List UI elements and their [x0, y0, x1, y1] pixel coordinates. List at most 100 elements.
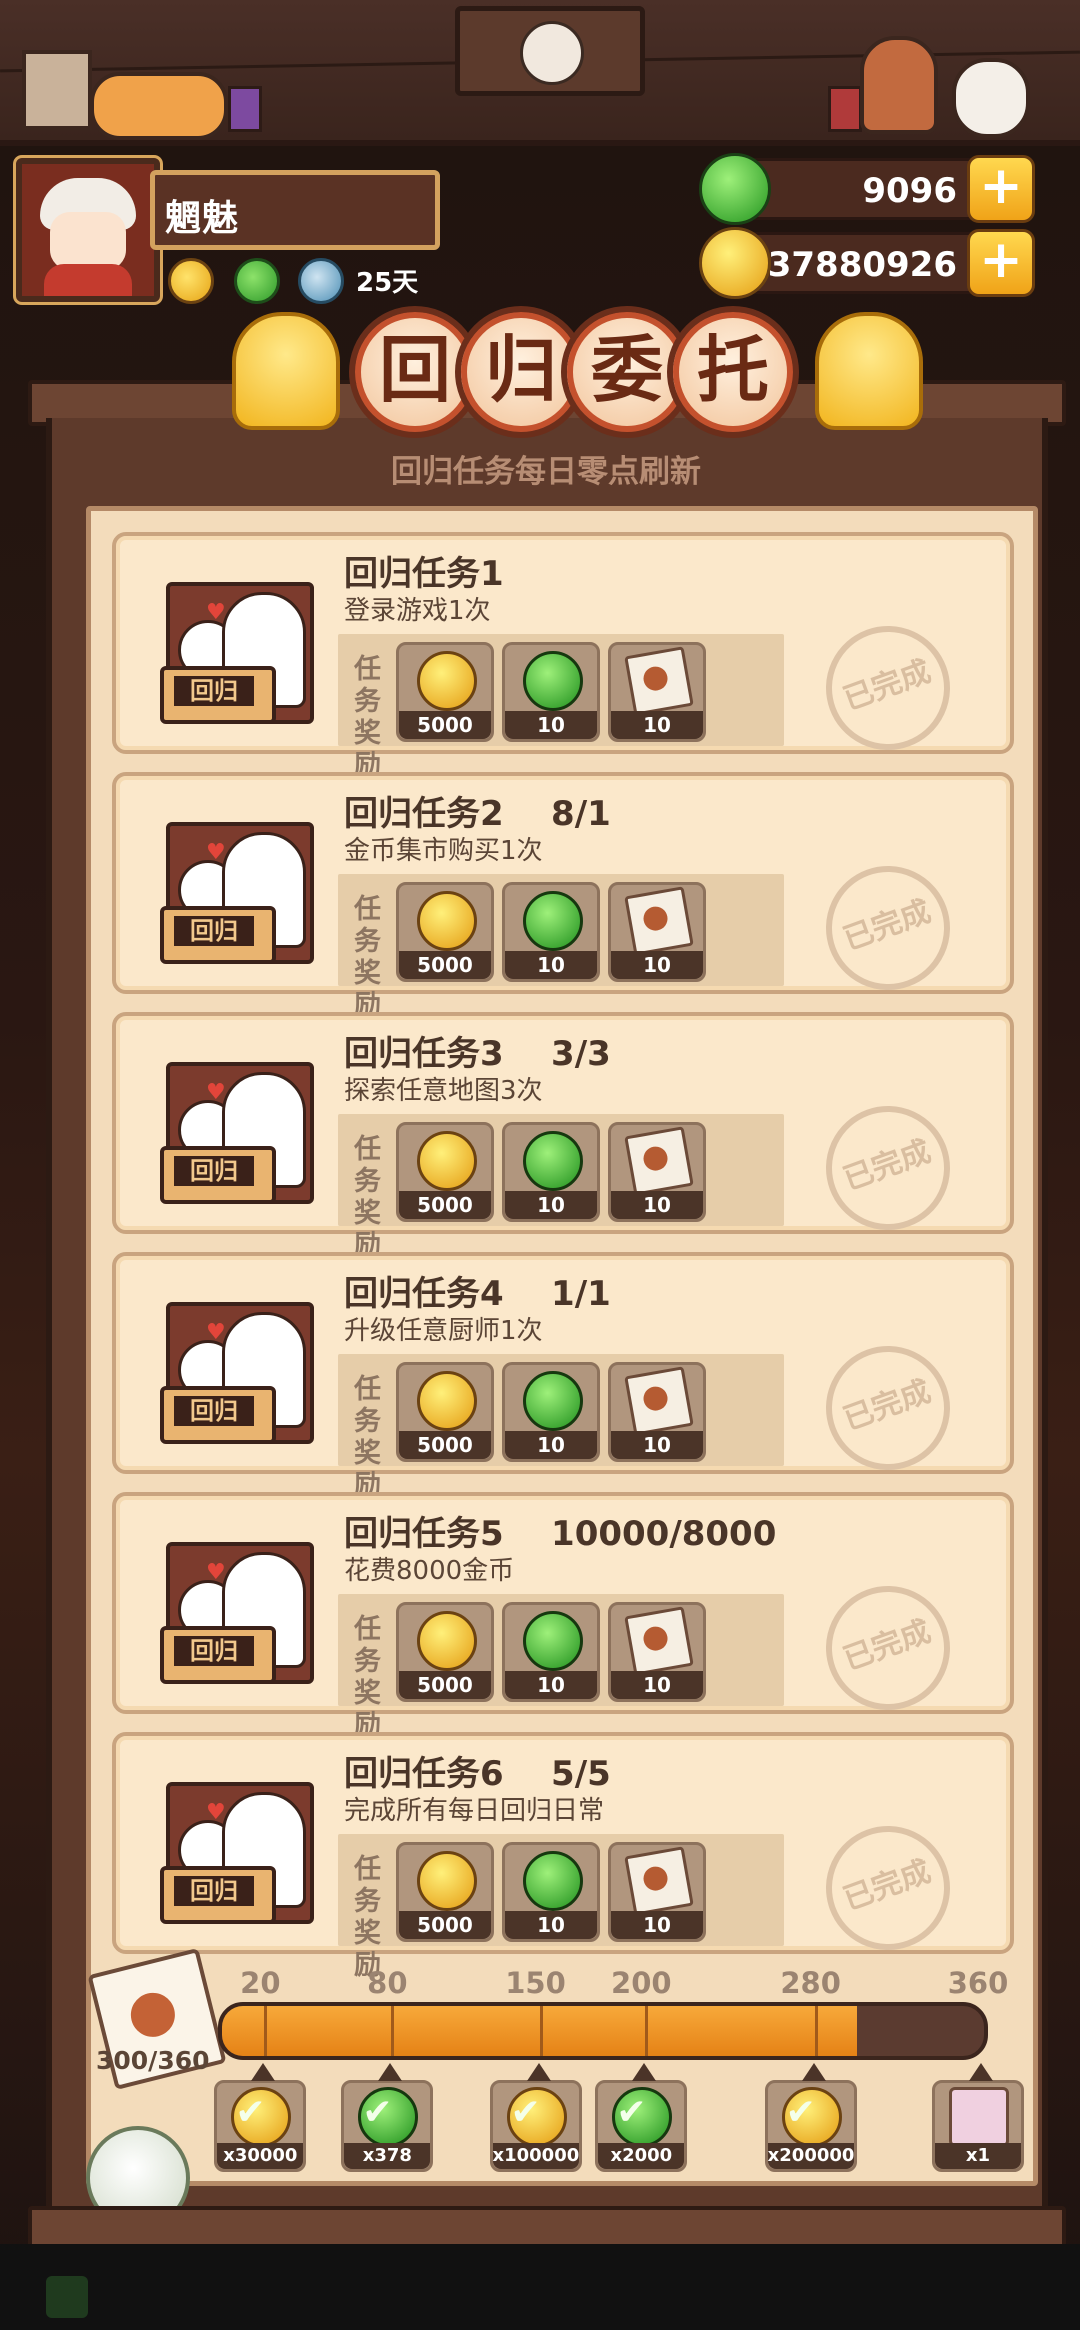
title-char: 回 [355, 312, 475, 432]
green-apple-icon [523, 891, 583, 951]
reward-coin[interactable]: 5000 [396, 1122, 494, 1222]
reward-card[interactable]: 10 [608, 1122, 706, 1222]
milestone-reward[interactable]: ✔ x30000 [214, 2063, 307, 2172]
fish-up-icon[interactable] [298, 258, 344, 304]
reward-coin[interactable]: 5000 [396, 1362, 494, 1462]
reward-label: 任务奖励 [354, 894, 381, 1021]
gold-coin-icon [417, 1131, 477, 1191]
title-char: 托 [673, 312, 793, 432]
milestone-reward[interactable]: ✔ x200000 [764, 2063, 857, 2172]
reward-coin[interactable]: 5000 [396, 1842, 494, 1942]
reward-card[interactable]: 10 [608, 882, 706, 982]
add-coins-button[interactable]: + [967, 229, 1035, 297]
reward-apple[interactable]: 10 [502, 1602, 600, 1702]
reward-card[interactable]: 10 [608, 642, 706, 742]
progress-tick [264, 2006, 268, 2056]
coin-up-icon[interactable] [168, 258, 214, 304]
mystery-card-icon [949, 2087, 1009, 2147]
heart-icon: ♥ [206, 840, 226, 865]
panel-subtitle: 回归任务每日零点刷新 [391, 454, 701, 490]
reward-amount: 10 [611, 951, 703, 979]
reward-label: 任务奖励 [354, 1614, 381, 1741]
reward-label: 任务奖励 [354, 1134, 381, 1261]
gold-coin-icon [417, 651, 477, 711]
return-sign-label: 回归 [174, 1396, 254, 1426]
return-sign: 回归 [160, 666, 276, 724]
task-card[interactable]: ♥ 回归 回归任务5 10000/8000 花费8000金币 任务奖励 5000… [112, 1492, 1014, 1741]
reward-coin[interactable]: 5000 [396, 642, 494, 742]
reward-card[interactable]: 10 [608, 1842, 706, 1942]
apple-amount: 9096 [862, 171, 957, 211]
task-progress: 5/5 [551, 1754, 611, 1794]
purple-jar-icon [228, 86, 262, 132]
apple-resource-bar: 9096 + [699, 153, 1035, 225]
milestone-amount: x1 [935, 2143, 1021, 2169]
recipe-card-icon [624, 1606, 694, 1676]
gold-coin-icon [417, 1611, 477, 1671]
reward-apple[interactable]: 10 [502, 1122, 600, 1222]
return-sign-label: 回归 [174, 916, 254, 946]
task-card[interactable]: ♥ 回归 回归任务6 5/5 完成所有每日回归日常 任务奖励 5000 10 1… [112, 1732, 1014, 1981]
progress-tick [391, 2006, 395, 2056]
reward-card[interactable]: 10 [608, 1602, 706, 1702]
panel-title: 回 归 委 托 [355, 312, 793, 432]
task-card[interactable]: ♥ 回归 回归任务4 1/1 升级任意厨师1次 任务奖励 5000 10 10 … [112, 1252, 1014, 1501]
milestone-amount: x30000 [217, 2143, 304, 2169]
reward-coin[interactable]: 5000 [396, 882, 494, 982]
apple-up-icon[interactable] [234, 258, 280, 304]
task-card[interactable]: ♥ 回归 回归任务1 登录游戏1次 任务奖励 5000 10 10 已完成 [112, 532, 1014, 781]
recipe-card-icon [624, 886, 694, 956]
reward-amount: 10 [611, 1671, 703, 1699]
green-square-icon [46, 2276, 88, 2318]
completed-stamp: 已完成 [808, 1328, 968, 1488]
reward-card[interactable]: 10 [608, 1362, 706, 1462]
reward-coin[interactable]: 5000 [396, 1602, 494, 1702]
reward-apple[interactable]: 10 [502, 1362, 600, 1462]
reward-amount: 10 [611, 1431, 703, 1459]
task-thumbnail: ♥ 回归 [160, 1542, 314, 1684]
milestone-reward[interactable]: ✔ x100000 [489, 2063, 582, 2172]
heart-icon: ♥ [206, 1800, 226, 1825]
player-avatar[interactable] [16, 158, 160, 302]
return-sign: 回归 [160, 1386, 276, 1444]
recipe-card-icon [624, 1366, 694, 1436]
task-card[interactable]: ♥ 回归 回归任务3 3/3 探索任意地图3次 任务奖励 5000 10 10 … [112, 1012, 1014, 1261]
mascot-face-icon [520, 21, 584, 85]
task-description: 探索任意地图3次 [344, 1076, 543, 1106]
checkmark-icon: ✔ [616, 2092, 647, 2133]
milestone-reward[interactable]: x1 [932, 2063, 1024, 2172]
reward-apple[interactable]: 10 [502, 882, 600, 982]
reward-amount: 5000 [399, 951, 491, 979]
task-card[interactable]: ♥ 回归 回归任务2 8/1 金币集市购买1次 任务奖励 5000 10 10 … [112, 772, 1014, 1021]
reward-box: 任务奖励 5000 10 10 [338, 1114, 784, 1261]
reward-amount: 5000 [399, 1671, 491, 1699]
milestone-pointer [632, 2063, 657, 2081]
task-thumbnail: ♥ 回归 [160, 1062, 314, 1204]
reward-apple[interactable]: 10 [502, 1842, 600, 1942]
green-apple-icon [523, 651, 583, 711]
milestone-reward[interactable]: ✔ x378 [341, 2063, 434, 2172]
reward-amount: 5000 [399, 1911, 491, 1939]
milestone-reward[interactable]: ✔ x2000 [595, 2063, 688, 2172]
checkmark-icon: ✔ [362, 2092, 393, 2133]
reward-apple[interactable]: 10 [502, 642, 600, 742]
reward-amount: 10 [505, 1911, 597, 1939]
sleeping-cat-icon [90, 72, 228, 140]
milestone-amount: x378 [344, 2143, 431, 2169]
task-title: 回归任务3 3/3 [344, 1026, 611, 1075]
gold-coin-icon [417, 1371, 477, 1431]
task-progress: 3/3 [551, 1034, 611, 1074]
checkmark-icon: ✔ [785, 2092, 816, 2133]
task-title-text: 回归任务2 [344, 794, 504, 834]
player-name-plate: 魍魅 [150, 170, 440, 250]
add-apples-button[interactable]: + [967, 155, 1035, 223]
return-sign: 回归 [160, 1626, 276, 1684]
task-thumbnail: ♥ 回归 [160, 822, 314, 964]
reward-amount: 10 [611, 1191, 703, 1219]
reward-amount: 10 [505, 1671, 597, 1699]
progress-count: 300/360 [96, 2046, 210, 2075]
green-apple-icon [523, 1131, 583, 1191]
milestone-amount: x200000 [767, 2143, 854, 2169]
recipe-card-icon [624, 646, 694, 716]
reward-box: 任务奖励 5000 10 10 [338, 634, 784, 781]
